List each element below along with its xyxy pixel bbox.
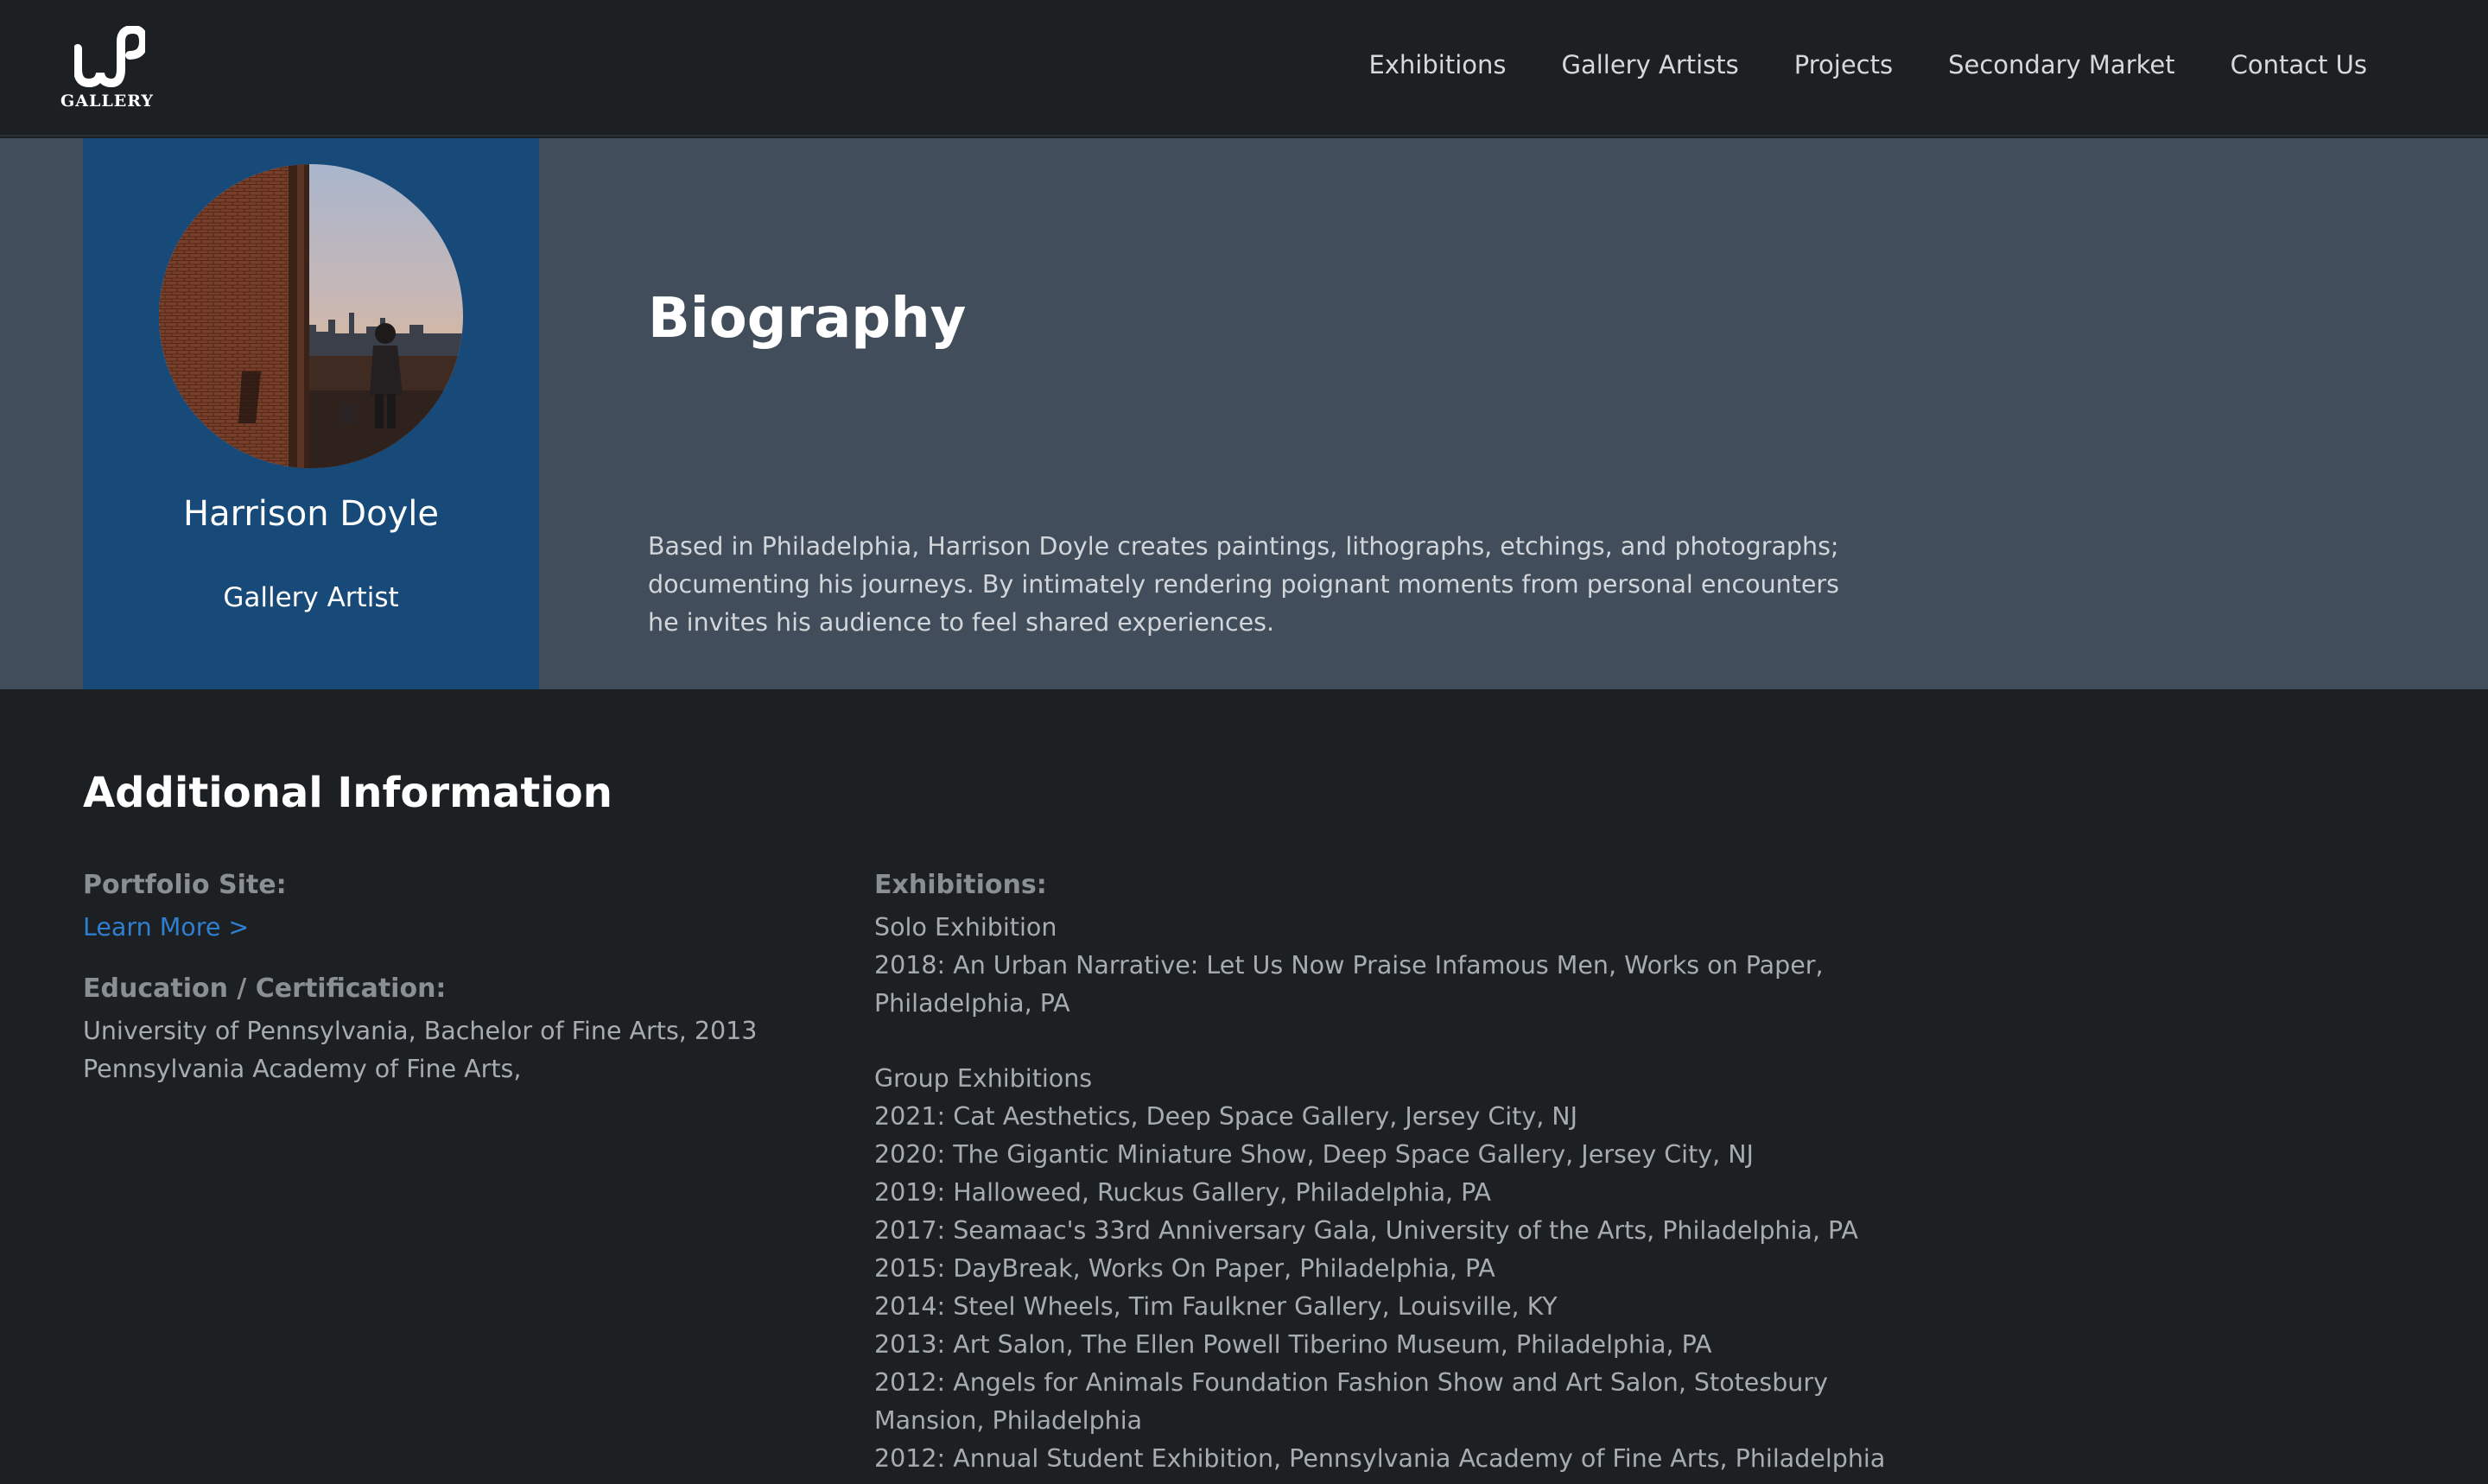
education-label: Education / Certification:	[83, 973, 447, 1004]
education-item: University of Pennsylvania, Bachelor of …	[83, 1017, 758, 1045]
nav-secondary-market[interactable]: Secondary Market	[1948, 50, 2175, 79]
group-exhibition-item: 2019: Halloweed, Ruckus Gallery, Philade…	[874, 1178, 1492, 1207]
nav-contact-us[interactable]: Contact Us	[2231, 50, 2367, 79]
gallery-logo[interactable]: GALLERY	[59, 26, 156, 112]
biography-title: Biography	[648, 287, 967, 351]
wp-logo-mark-icon	[74, 26, 145, 88]
nav-projects[interactable]: Projects	[1794, 50, 1893, 79]
artist-avatar	[159, 164, 463, 468]
artist-role: Gallery Artist	[223, 582, 399, 613]
group-exhibition-item: 2012: Annual Student Exhibition, Pennsyl…	[874, 1444, 1886, 1473]
exhibitions-label: Exhibitions:	[874, 870, 1047, 900]
group-exhibition-item: 2012: Angels for Animals Foundation Fash…	[874, 1368, 1828, 1435]
nav-gallery-artists[interactable]: Gallery Artists	[1561, 50, 1738, 79]
main-nav: Exhibitions Gallery Artists Projects Sec…	[1368, 50, 2367, 79]
group-exhibition-item: 2021: Cat Aesthetics, Deep Space Gallery…	[874, 1102, 1578, 1131]
site-header: GALLERY Exhibitions Gallery Artists Proj…	[0, 0, 2488, 136]
biography-section: Harrison Doyle Gallery Artist Biography …	[0, 138, 2488, 689]
group-exhibition-item: 2017: Seamaac's 33rd Anniversary Gala, U…	[874, 1216, 1858, 1245]
artist-card: Harrison Doyle Gallery Artist	[83, 138, 539, 689]
group-exhibition-item: 2014: Steel Wheels, Tim Faulkner Gallery…	[874, 1292, 1558, 1321]
solo-exhibition-item: 2018: An Urban Narrative: Let Us Now Pra…	[874, 951, 1824, 1018]
biography-text: Based in Philadelphia, Harrison Doyle cr…	[648, 532, 1839, 637]
solo-exhibition-heading: Solo Exhibition	[874, 913, 1057, 942]
group-exhibition-item: 2020: The Gigantic Miniature Show, Deep …	[874, 1140, 1754, 1169]
portfolio-label: Portfolio Site:	[83, 870, 287, 900]
info-left-column: Portfolio Site: Learn More > Education /…	[83, 862, 826, 1088]
logo-wordmark: GALLERY	[60, 92, 154, 111]
group-exhibitions-heading: Group Exhibitions	[874, 1064, 1093, 1093]
exhibitions-column: Exhibitions: Solo Exhibition 2018: An Ur…	[874, 862, 1911, 1478]
nav-exhibitions[interactable]: Exhibitions	[1368, 50, 1506, 79]
education-item: Pennsylvania Academy of Fine Arts,	[83, 1055, 522, 1083]
portfolio-learn-more-link[interactable]: Learn More >	[83, 909, 826, 947]
group-exhibition-item: 2015: DayBreak, Works On Paper, Philadel…	[874, 1254, 1495, 1283]
group-exhibition-item: 2013: Art Salon, The Ellen Powell Tiberi…	[874, 1330, 1712, 1359]
artist-photo	[159, 164, 463, 468]
additional-info-title: Additional Information	[83, 769, 612, 817]
artist-name: Harrison Doyle	[183, 494, 439, 534]
